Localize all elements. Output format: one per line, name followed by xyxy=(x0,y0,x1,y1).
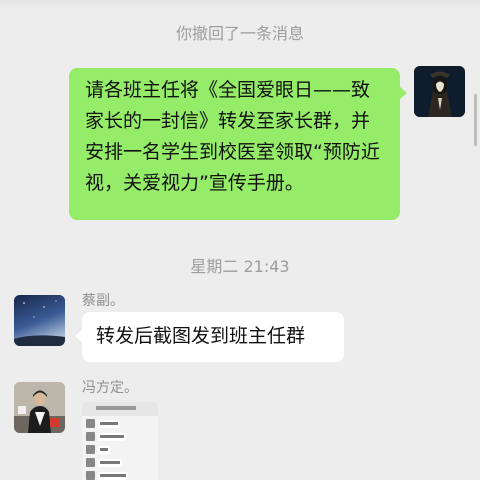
cai-message-bubble[interactable]: 转发后截图发到班主任群 xyxy=(75,312,344,362)
sender-name-feng: 冯方定。 xyxy=(82,380,138,396)
scroll-indicator[interactable] xyxy=(474,94,477,146)
timestamp: 星期二 21:43 xyxy=(190,257,290,276)
self-message-bubble[interactable]: 请各班主任将《全国爱眼日——致家长的一封信》转发至家长群，并安排一名学生到校医室… xyxy=(69,68,407,220)
person-photo-avatar-icon xyxy=(14,382,65,433)
screenshot-thumbnail-image[interactable] xyxy=(82,402,158,480)
night-sky-avatar-icon xyxy=(14,295,65,346)
sender-name-cai: 蔡副。 xyxy=(82,293,124,309)
silhouette-avatar-icon xyxy=(414,66,465,117)
top-edge xyxy=(0,0,480,10)
thumb-title-line xyxy=(96,406,136,410)
thumb-row xyxy=(86,471,154,480)
recall-notice: 你撤回了一条消息 xyxy=(175,24,304,43)
self-avatar[interactable] xyxy=(414,66,465,117)
feng-avatar[interactable] xyxy=(14,382,65,433)
cai-avatar[interactable] xyxy=(14,295,65,346)
